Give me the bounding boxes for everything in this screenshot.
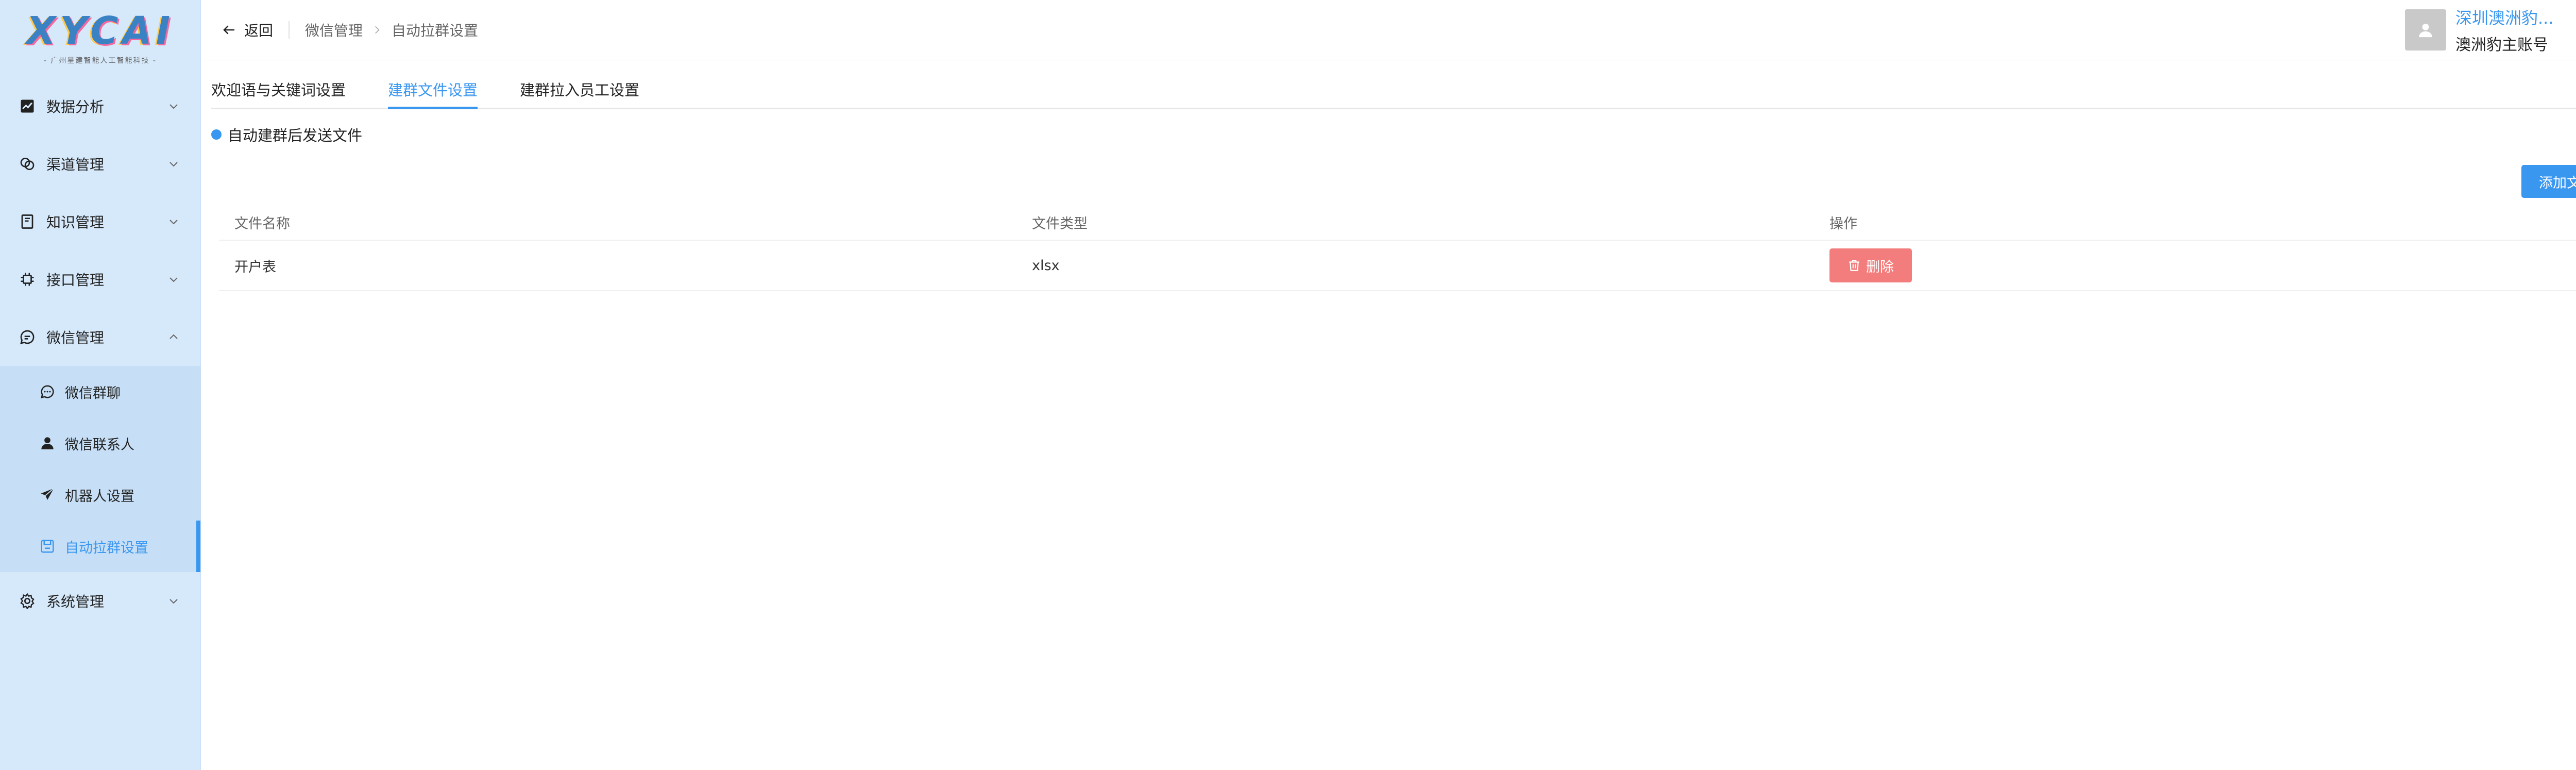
chip-icon bbox=[19, 271, 36, 288]
chevron-up-icon bbox=[170, 334, 178, 339]
sidebar-item-label: 知识管理 bbox=[46, 214, 105, 231]
org-name: 深圳澳洲豹... bbox=[2455, 8, 2554, 28]
gear-icon bbox=[19, 592, 36, 610]
brand-logo: XYCAI bbox=[26, 9, 175, 53]
sidebar-item-label: 系统管理 bbox=[46, 593, 105, 610]
chat-bubble-icon bbox=[19, 328, 36, 346]
column-header-file-name: 文件名称 bbox=[234, 215, 290, 232]
breadcrumb-item-current: 自动拉群设置 bbox=[392, 22, 479, 39]
brand: XYCAI - 广州星建智能人工智能科技 - bbox=[0, 0, 200, 77]
sidebar-menu-bottom: 系统管理 bbox=[0, 572, 200, 630]
chevron-down-icon bbox=[170, 599, 178, 604]
sidebar-item-label: 数据分析 bbox=[46, 98, 105, 115]
sidebar-subitem-label: 自动拉群设置 bbox=[65, 540, 148, 556]
top-header: 返回 微信管理 自动拉群设置 深圳澳洲豹... 澳洲豹主账号 bbox=[201, 0, 2576, 60]
wechat-submenu: 微信群聊 微信联系人 机器人设置 自动拉群设置 bbox=[0, 366, 200, 572]
book-icon bbox=[19, 213, 36, 230]
sidebar: XYCAI - 广州星建智能人工智能科技 - 数据分析 渠道管理 知识管理 接口… bbox=[0, 0, 201, 770]
user-menu[interactable]: 深圳澳洲豹... 澳洲豹主账号 bbox=[2405, 6, 2576, 54]
trash-icon bbox=[1849, 260, 1859, 271]
account-name: 澳洲豹主账号 bbox=[2455, 36, 2548, 54]
sidebar-subitem-label: 微信群聊 bbox=[65, 385, 121, 401]
sidebar-item-auto-group-settings[interactable]: 自动拉群设置 bbox=[0, 521, 200, 572]
delete-button[interactable]: 删除 bbox=[1829, 248, 1912, 282]
save-icon bbox=[39, 538, 56, 555]
chart-line-icon bbox=[19, 97, 36, 115]
sidebar-item-channels[interactable]: 渠道管理 bbox=[0, 135, 200, 193]
delete-label: 删除 bbox=[1866, 259, 1894, 275]
header-divider bbox=[289, 21, 290, 39]
breadcrumb: 微信管理 自动拉群设置 bbox=[305, 20, 478, 40]
sidebar-item-robot-settings[interactable]: 机器人设置 bbox=[0, 469, 200, 521]
column-header-actions: 操作 bbox=[1829, 215, 1857, 232]
avatar[interactable] bbox=[2405, 9, 2446, 51]
section-title-text: 自动建群后发送文件 bbox=[228, 127, 363, 144]
channels-icon bbox=[19, 155, 36, 173]
sidebar-item-label: 接口管理 bbox=[46, 272, 105, 289]
user-text: 深圳澳洲豹... 澳洲豹主账号 bbox=[2455, 5, 2569, 55]
tab-group-staff[interactable]: 建群拉入员工设置 bbox=[520, 77, 639, 108]
sidebar-menu: 数据分析 渠道管理 知识管理 接口管理 微信管理 bbox=[0, 77, 200, 366]
sidebar-item-system[interactable]: 系统管理 bbox=[0, 572, 200, 630]
sidebar-item-label: 微信管理 bbox=[46, 329, 105, 346]
files-table: 文件名称 文件类型 操作 开户表 xlsx 删除 bbox=[219, 205, 2576, 291]
add-file-button[interactable]: 添加文件 bbox=[2521, 165, 2576, 198]
user-placeholder-icon bbox=[2419, 23, 2432, 38]
sidebar-item-knowledge[interactable]: 知识管理 bbox=[0, 193, 200, 250]
sidebar-item-api[interactable]: 接口管理 bbox=[0, 250, 200, 308]
cell-file-type: xlsx bbox=[1032, 257, 1060, 274]
sidebar-item-wechat-contacts[interactable]: 微信联系人 bbox=[0, 417, 200, 469]
chevron-down-icon bbox=[170, 277, 178, 282]
chat-icon bbox=[39, 383, 56, 400]
back-button[interactable]: 返回 bbox=[222, 20, 273, 40]
app-root: XYCAI - 广州星建智能人工智能科技 - 数据分析 渠道管理 知识管理 接口… bbox=[0, 0, 2576, 770]
column-header-file-type: 文件类型 bbox=[1032, 215, 1088, 232]
tab-welcome-keywords[interactable]: 欢迎语与关键词设置 bbox=[211, 77, 346, 108]
chevron-down-icon bbox=[170, 220, 178, 225]
cell-file-name: 开户表 bbox=[234, 259, 276, 275]
cell-actions: 删除 bbox=[1814, 248, 2576, 282]
paper-plane-icon bbox=[39, 487, 56, 503]
arrow-left-icon bbox=[223, 25, 234, 35]
table-header-row: 文件名称 文件类型 操作 bbox=[219, 205, 2576, 241]
table-row: 开户表 xlsx 删除 bbox=[219, 241, 2576, 291]
sidebar-subitem-label: 微信联系人 bbox=[65, 437, 134, 453]
sidebar-subitem-label: 机器人设置 bbox=[65, 488, 134, 505]
back-label: 返回 bbox=[244, 22, 274, 39]
chevron-down-icon bbox=[170, 104, 178, 109]
tab-group-files[interactable]: 建群文件设置 bbox=[388, 77, 478, 109]
chevron-down-icon bbox=[170, 162, 178, 167]
user-icon bbox=[39, 435, 56, 451]
sidebar-item-label: 渠道管理 bbox=[46, 156, 105, 173]
breadcrumb-separator-icon bbox=[372, 22, 382, 39]
section-title: 自动建群后发送文件 bbox=[211, 124, 362, 145]
sidebar-item-wechat[interactable]: 微信管理 bbox=[0, 308, 200, 366]
brand-tagline: - 广州星建智能人工智能科技 - bbox=[43, 57, 157, 65]
settings-tabs: 欢迎语与关键词设置 建群文件设置 建群拉入员工设置 bbox=[211, 77, 2576, 109]
breadcrumb-item-wechat[interactable]: 微信管理 bbox=[305, 20, 363, 40]
sidebar-item-wechat-groups[interactable]: 微信群聊 bbox=[0, 366, 200, 417]
sidebar-item-data-analysis[interactable]: 数据分析 bbox=[0, 77, 200, 135]
section-dot-icon bbox=[211, 129, 222, 140]
